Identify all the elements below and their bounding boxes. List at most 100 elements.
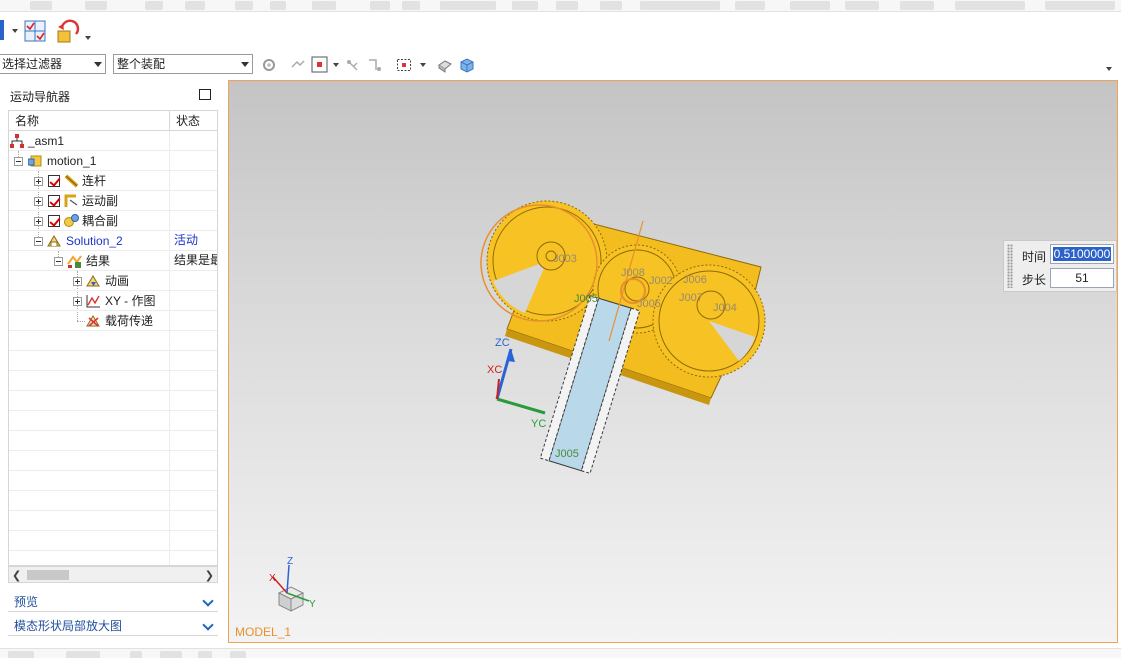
point-snap-icon[interactable]	[344, 57, 360, 73]
visibility-checkbox[interactable]	[48, 215, 60, 227]
axis-label-xc: XC	[487, 364, 502, 376]
empty-row	[9, 451, 217, 471]
joint-icon	[64, 194, 78, 207]
tree-row[interactable]: 载荷传递	[9, 311, 217, 331]
chevron-down-icon	[241, 62, 249, 67]
tree-row[interactable]: 运动副	[9, 191, 217, 211]
tree-row[interactable]: 结果 结果是最	[9, 251, 217, 271]
filter-settings-icon[interactable]	[261, 57, 277, 73]
view-triad[interactable]: Z X Y	[269, 556, 316, 612]
tree-label-results: 结果	[86, 254, 111, 268]
tree-label-motion: motion_1	[47, 154, 97, 168]
empty-row	[9, 391, 217, 411]
tree-label-links: 连杆	[82, 174, 107, 188]
selection-bar: 选择过滤器 整个装配	[0, 52, 1121, 76]
tree-status-active: 活动	[169, 231, 217, 251]
filter-combo[interactable]: 选择过滤器	[0, 54, 106, 74]
empty-cell	[169, 531, 217, 551]
dropdown-arrow-icon[interactable]	[333, 63, 339, 67]
tree-status	[169, 131, 217, 151]
preview-panel-label: 预览	[14, 595, 39, 609]
empty-row	[9, 471, 217, 491]
column-header-name[interactable]: 名称	[9, 111, 169, 131]
checklist-icon[interactable]	[24, 20, 46, 42]
tree-row[interactable]: 耦合副	[9, 211, 217, 231]
empty-cell	[169, 471, 217, 491]
empty-row	[9, 511, 217, 531]
step-field[interactable]: 51	[1050, 268, 1114, 288]
select-box-icon[interactable]	[311, 56, 329, 74]
tree-status	[169, 271, 217, 291]
motion-sim-icon	[28, 155, 42, 167]
expand-icon[interactable]	[34, 177, 43, 186]
results-icon	[67, 255, 82, 268]
link-icon	[64, 174, 79, 188]
scroll-left-icon[interactable]: ❮	[12, 569, 21, 582]
part-label: J007	[679, 292, 703, 304]
visibility-checkbox[interactable]	[48, 195, 60, 207]
expand-icon[interactable]	[73, 277, 82, 286]
column-header-status[interactable]: 状态	[169, 111, 217, 131]
tree-status: 结果是最	[169, 251, 217, 271]
work-coordinate-axes: ZC XC YC	[487, 337, 546, 430]
preview-panel[interactable]: 预览	[8, 592, 218, 612]
tree-label-asm: _asm1	[28, 134, 65, 148]
visibility-checkbox[interactable]	[48, 175, 60, 187]
triad-label-y: Y	[309, 599, 316, 610]
maximize-icon[interactable]	[199, 89, 211, 100]
body-select-icon[interactable]	[459, 57, 475, 73]
tree-status	[169, 151, 217, 171]
curve-snap-icon[interactable]	[367, 57, 383, 73]
graphics-viewport[interactable]: J003 J008 J002 J006 J007 J005 J004 J005 …	[228, 80, 1118, 643]
filter-combo-value: 选择过滤器	[2, 57, 63, 71]
gear-mechanism-model[interactable]: J003 J008 J002 J006 J007 J005 J004 J005 …	[229, 81, 1118, 643]
triad-label-x: X	[269, 573, 276, 584]
empty-cell	[169, 551, 217, 565]
collapse-icon[interactable]	[34, 237, 43, 246]
horizontal-scrollbar[interactable]: ❮ ❯	[8, 566, 218, 583]
empty-cell	[169, 431, 217, 451]
part-label: J003	[553, 253, 577, 265]
drag-grip[interactable]	[1007, 244, 1013, 288]
rectangle-select-icon[interactable]	[396, 57, 412, 73]
empty-cell	[169, 371, 217, 391]
load-transfer-icon	[86, 315, 100, 327]
part-label: J004	[713, 302, 737, 314]
chevron-down-icon[interactable]	[202, 619, 214, 631]
mode-shape-magnifier-panel[interactable]: 模态形状局部放大图	[8, 616, 218, 636]
scope-combo[interactable]: 整个装配	[113, 54, 253, 74]
expand-icon[interactable]	[34, 217, 43, 226]
tree-row[interactable]: Solution_2 活动	[9, 231, 217, 251]
model-name-label: MODEL_1	[235, 625, 292, 639]
undo-icon[interactable]	[54, 19, 82, 45]
empty-cell	[169, 411, 217, 431]
tree-row[interactable]: 动画	[9, 271, 217, 291]
undo-dropdown-icon[interactable]	[85, 36, 91, 40]
empty-row	[9, 551, 217, 565]
empty-row	[9, 371, 217, 391]
tree-row[interactable]: _asm1	[9, 131, 217, 151]
axis-label-zc: ZC	[495, 337, 510, 349]
quick-access-toolbar	[0, 14, 1121, 48]
dropdown-arrow-icon[interactable]	[420, 63, 426, 67]
collapse-icon[interactable]	[14, 157, 23, 166]
expand-icon[interactable]	[34, 197, 43, 206]
chevron-down-icon[interactable]	[202, 595, 214, 607]
empty-row	[9, 491, 217, 511]
scroll-right-icon[interactable]: ❯	[205, 569, 214, 582]
tree-row[interactable]: motion_1	[9, 151, 217, 171]
empty-cell	[169, 351, 217, 371]
snap-point-icon[interactable]	[290, 57, 306, 73]
component-select-icon[interactable]	[437, 57, 453, 73]
empty-row	[9, 411, 217, 431]
time-field[interactable]: 0.5100000	[1050, 244, 1114, 264]
scrollbar-thumb[interactable]	[27, 570, 69, 580]
navigator-title: 运动导航器	[10, 90, 71, 104]
dropdown-arrow-icon[interactable]	[12, 29, 18, 33]
tree-row[interactable]: 连杆	[9, 171, 217, 191]
collapse-icon[interactable]	[54, 257, 63, 266]
part-label: J008	[621, 267, 645, 279]
expand-icon[interactable]	[73, 297, 82, 306]
toolbar-overflow-icon[interactable]	[1106, 67, 1112, 71]
tree-row[interactable]: XY - 作图	[9, 291, 217, 311]
